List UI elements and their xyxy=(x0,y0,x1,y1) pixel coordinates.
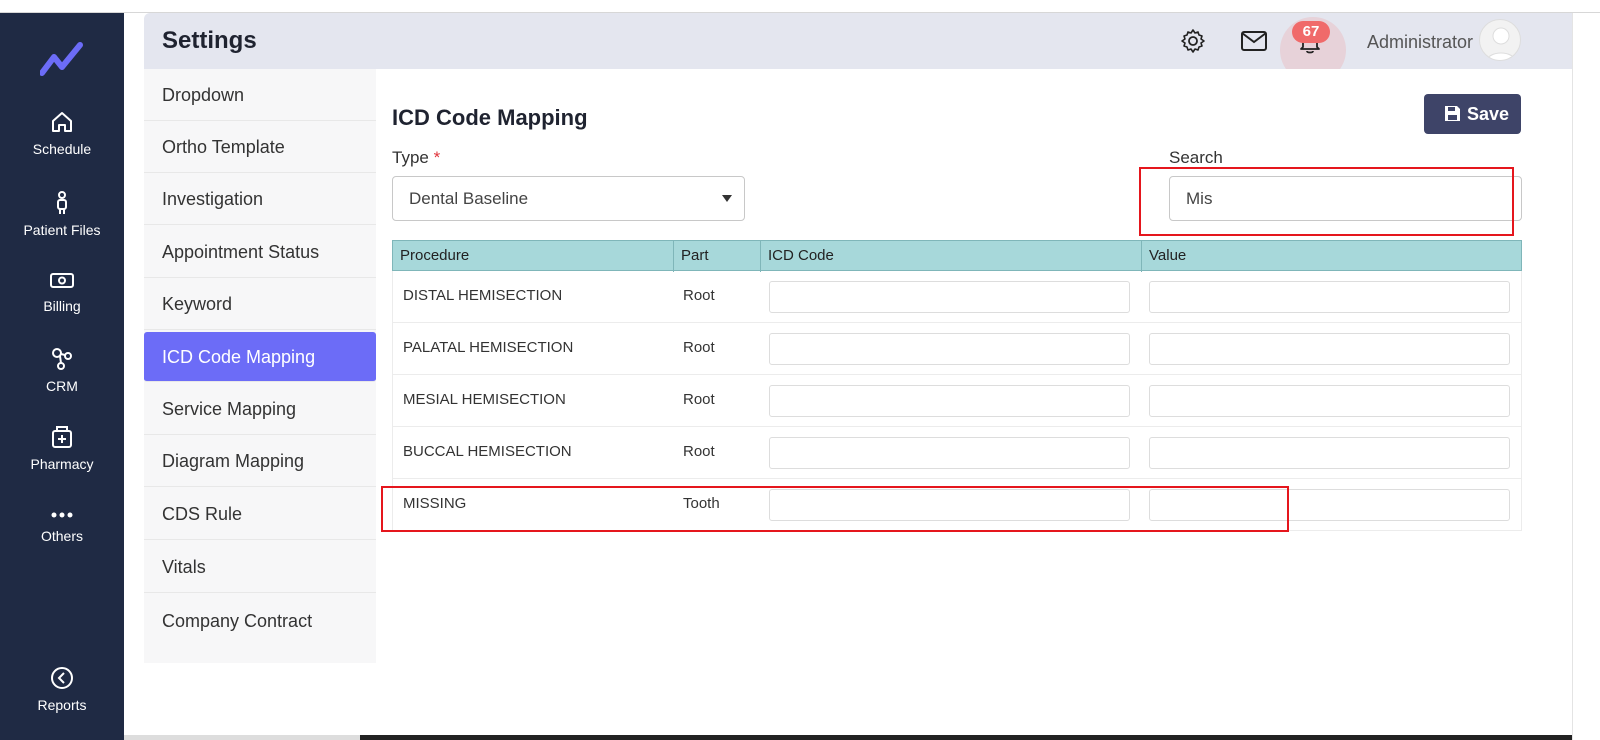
user-avatar-icon xyxy=(1486,27,1516,60)
bottom-edge-light xyxy=(124,735,360,740)
value-input[interactable] xyxy=(1149,385,1510,417)
pharmacy-icon xyxy=(52,426,72,448)
more-icon xyxy=(51,512,73,518)
value-input[interactable] xyxy=(1149,489,1510,521)
cell-procedure: DISTAL HEMISECTION xyxy=(403,287,563,304)
cell-part: Root xyxy=(683,287,715,304)
column-header-part[interactable]: Part xyxy=(674,241,761,272)
gear-icon[interactable] xyxy=(1180,28,1206,54)
settings-submenu: Dropdown Ortho Template Investigation Ap… xyxy=(144,69,376,663)
cell-part: Root xyxy=(683,391,715,408)
floppy-disk-icon xyxy=(1445,106,1460,121)
required-asterisk: * xyxy=(433,148,441,167)
submenu-item-ortho-template[interactable]: Ortho Template xyxy=(144,121,376,173)
billing-icon xyxy=(50,273,74,288)
nav-schedule-label: Schedule xyxy=(32,141,92,157)
nav-pharmacy[interactable]: Pharmacy xyxy=(0,424,124,472)
submenu-item-investigation[interactable]: Investigation xyxy=(144,173,376,225)
save-button[interactable]: Save xyxy=(1424,94,1521,134)
nav-billing[interactable]: Billing xyxy=(0,270,124,314)
submenu-item-company-contract[interactable]: Company Contract xyxy=(144,595,376,647)
cell-part: Tooth xyxy=(683,495,720,512)
table-row: MESIAL HEMISECTION Root xyxy=(392,375,1522,427)
patient-icon xyxy=(57,191,67,214)
nav-billing-label: Billing xyxy=(43,298,81,314)
crm-icon xyxy=(52,348,72,370)
notification-badge[interactable]: 67 xyxy=(1292,21,1330,43)
type-label-text: Type xyxy=(392,148,429,167)
nav-schedule[interactable]: Schedule xyxy=(0,109,124,157)
type-select[interactable]: Dental Baseline xyxy=(392,176,745,221)
nav-reports[interactable]: Reports xyxy=(0,665,124,713)
icd-code-input[interactable] xyxy=(769,489,1130,521)
page-header: Settings 67 Administrator xyxy=(144,13,1572,69)
search-input[interactable] xyxy=(1169,176,1522,221)
caret-down-icon xyxy=(722,195,732,202)
icd-code-input[interactable] xyxy=(769,385,1130,417)
column-header-value[interactable]: Value xyxy=(1142,241,1522,272)
table-row: PALATAL HEMISECTION Root xyxy=(392,323,1522,375)
cell-procedure: MESIAL HEMISECTION xyxy=(403,391,566,408)
nav-others[interactable]: Others xyxy=(0,508,124,544)
type-label: Type * xyxy=(392,148,440,168)
submenu-item-service-mapping[interactable]: Service Mapping xyxy=(144,383,376,435)
cell-procedure: PALATAL HEMISECTION xyxy=(403,339,574,356)
app-logo xyxy=(40,42,83,76)
search-label: Search xyxy=(1169,148,1223,167)
column-header-procedure[interactable]: Procedure xyxy=(393,241,674,272)
reports-icon xyxy=(51,667,73,689)
page-title: Settings xyxy=(162,27,257,54)
column-header-icd-code[interactable]: ICD Code xyxy=(761,241,1142,272)
section-title: ICD Code Mapping xyxy=(392,105,588,130)
nav-pharmacy-label: Pharmacy xyxy=(30,456,94,472)
nav-crm-label: CRM xyxy=(46,378,78,394)
cell-procedure: MISSING xyxy=(403,495,467,512)
nav-patient-files[interactable]: Patient Files xyxy=(0,190,124,238)
submenu-item-diagram-mapping[interactable]: Diagram Mapping xyxy=(144,435,376,487)
bottom-edge-dark xyxy=(360,735,1572,740)
submenu-item-dropdown[interactable]: Dropdown xyxy=(144,69,376,121)
icd-code-input[interactable] xyxy=(769,281,1130,313)
content-panel: ICD Code Mapping Save Type * Dental Base… xyxy=(376,69,1572,740)
table-row: MISSING Tooth xyxy=(392,479,1522,531)
submenu-item-icd-code-mapping[interactable]: ICD Code Mapping xyxy=(144,332,376,382)
left-nav-rail: Schedule Patient Files Billing CRM Pharm… xyxy=(0,13,124,740)
nav-patient-files-label: Patient Files xyxy=(23,222,101,238)
home-icon xyxy=(52,112,72,132)
nav-crm[interactable]: CRM xyxy=(0,346,124,394)
nav-reports-label: Reports xyxy=(37,697,87,713)
value-input[interactable] xyxy=(1149,333,1510,365)
submenu-item-vitals[interactable]: Vitals xyxy=(144,541,376,593)
icd-code-input[interactable] xyxy=(769,437,1130,469)
user-name[interactable]: Administrator xyxy=(1367,32,1473,53)
value-input[interactable] xyxy=(1149,437,1510,469)
submenu-item-keyword[interactable]: Keyword xyxy=(144,278,376,330)
mail-icon[interactable] xyxy=(1240,30,1268,52)
type-select-value: Dental Baseline xyxy=(409,189,529,208)
table-row: DISTAL HEMISECTION Root xyxy=(392,271,1522,323)
cell-part: Root xyxy=(683,339,715,356)
table-row: BUCCAL HEMISECTION Root xyxy=(392,427,1522,479)
value-input[interactable] xyxy=(1149,281,1510,313)
avatar[interactable] xyxy=(1479,19,1521,61)
submenu-item-appointment-status[interactable]: Appointment Status xyxy=(144,226,376,278)
cell-procedure: BUCCAL HEMISECTION xyxy=(403,443,572,460)
cell-part: Root xyxy=(683,443,715,460)
app-main: Settings 67 Administrator Dropdown Ortho… xyxy=(124,13,1572,740)
save-button-label: Save xyxy=(1467,104,1510,124)
vertical-scrollbar[interactable] xyxy=(1572,13,1600,740)
table-header: Procedure Part ICD Code Value xyxy=(392,240,1522,272)
submenu-item-cds-rule[interactable]: CDS Rule xyxy=(144,488,376,540)
icd-code-input[interactable] xyxy=(769,333,1130,365)
nav-others-label: Others xyxy=(40,528,83,544)
window-top-edge xyxy=(0,0,1600,13)
